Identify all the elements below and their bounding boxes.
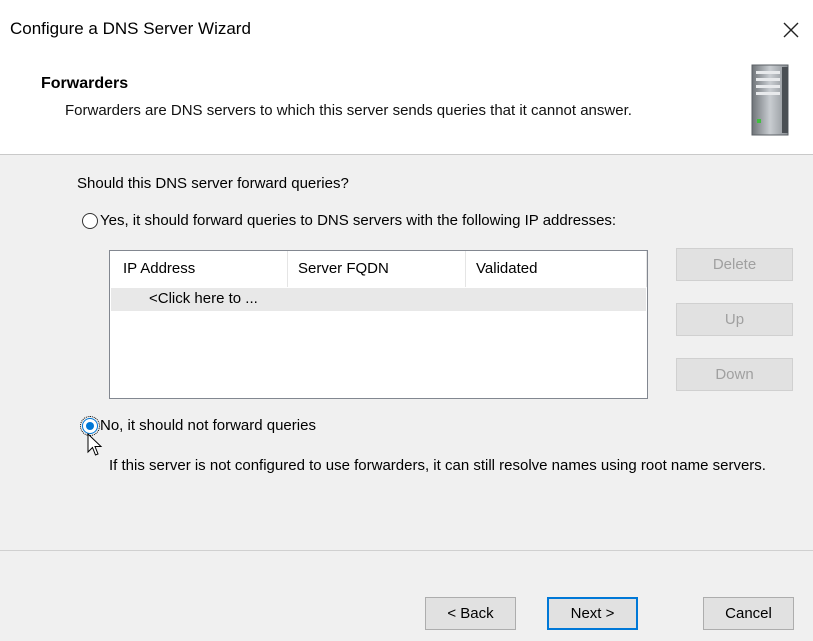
back-button[interactable]: < Back xyxy=(425,597,516,630)
next-button[interactable]: Next > xyxy=(547,597,638,630)
up-button[interactable]: Up xyxy=(676,303,793,336)
column-separator xyxy=(287,251,288,287)
title-bar: Configure a DNS Server Wizard xyxy=(0,0,813,50)
close-icon xyxy=(783,22,799,38)
forwarders-list[interactable]: IP Address Server FQDN Validated <Click … xyxy=(109,250,648,399)
column-ip-address[interactable]: IP Address xyxy=(123,260,195,277)
column-validated[interactable]: Validated xyxy=(476,260,537,277)
cancel-button[interactable]: Cancel xyxy=(703,597,794,630)
wizard-header: Forwarders Forwarders are DNS servers to… xyxy=(0,50,813,155)
option-yes-radio[interactable]: Yes, it should forward queries to DNS se… xyxy=(82,212,616,229)
column-server-fqdn[interactable]: Server FQDN xyxy=(298,260,389,277)
delete-button[interactable]: Delete xyxy=(676,248,793,281)
mouse-cursor-icon xyxy=(87,433,103,456)
info-text: If this server is not configured to use … xyxy=(109,457,766,474)
radio-checked-icon[interactable] xyxy=(80,415,100,436)
wizard-content: Should this DNS server forward queries? … xyxy=(0,155,813,550)
option-yes-label: Yes, it should forward queries to DNS se… xyxy=(100,212,617,229)
option-no-radio[interactable]: No, it should not forward queries xyxy=(80,415,316,436)
list-header: IP Address Server FQDN Validated xyxy=(110,251,647,287)
server-icon xyxy=(751,64,789,136)
page-description: Forwarders are DNS servers to which this… xyxy=(65,102,632,119)
column-separator xyxy=(646,251,647,287)
window-title: Configure a DNS Server Wizard xyxy=(10,19,251,38)
placeholder-text: <Click here to ... xyxy=(149,290,258,307)
down-button[interactable]: Down xyxy=(676,358,793,391)
forward-question: Should this DNS server forward queries? xyxy=(77,175,349,192)
column-separator xyxy=(465,251,466,287)
wizard-footer: < Back Next > Cancel xyxy=(0,550,813,641)
close-button[interactable] xyxy=(769,12,813,48)
radio-unchecked-icon[interactable] xyxy=(82,212,98,229)
page-title: Forwarders xyxy=(41,75,129,92)
option-no-label: No, it should not forward queries xyxy=(100,417,316,434)
list-item-placeholder[interactable]: <Click here to ... xyxy=(111,288,646,311)
